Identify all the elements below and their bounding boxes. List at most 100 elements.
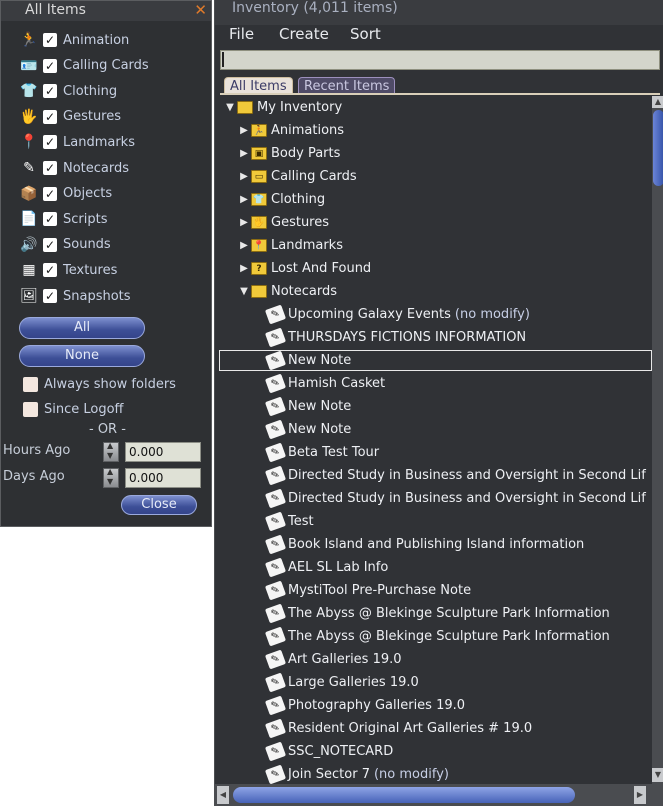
- filter-checkbox[interactable]: ✓: [43, 289, 57, 303]
- filter-scripts[interactable]: 📄 ✓ Scripts: [19, 208, 107, 230]
- tree-notecard-item[interactable]: ✎ Beta Test Tour: [264, 441, 383, 464]
- tree-notecard-item[interactable]: ✎ Directed Study in Business and Oversigh…: [264, 487, 650, 510]
- tree-notecard-item[interactable]: ✎ Resident Original Art Galleries # 19.0: [264, 717, 536, 740]
- tree-notecard-item[interactable]: ✎ Test: [264, 510, 318, 533]
- shirt-icon: 👕: [20, 83, 38, 100]
- expand-arrow-icon[interactable]: ▼: [223, 102, 237, 113]
- menu-file[interactable]: File: [229, 25, 254, 43]
- filter-snapshots[interactable]: 🖼 ✓ Snapshots: [19, 285, 130, 307]
- tree-notecard-item[interactable]: ✎ New Note: [264, 395, 355, 418]
- notecard-icon: ✎: [264, 718, 287, 739]
- scroll-right-arrow-icon[interactable]: ▶: [634, 786, 646, 804]
- filter-gestures[interactable]: 🖐 ✓ Gestures: [19, 106, 121, 128]
- filter-checkbox[interactable]: ✓: [43, 237, 57, 252]
- filter-sounds[interactable]: 🔊 ✓ Sounds: [19, 234, 110, 256]
- tree-notecard-item[interactable]: ✎ Join Sector 7 (no modify): [264, 763, 449, 784]
- collapsed-arrow-icon[interactable]: ▶: [237, 217, 251, 228]
- filter-checkbox[interactable]: ✓: [43, 58, 57, 73]
- filter-checkbox[interactable]: ✓: [43, 212, 57, 227]
- inventory-window: Inventory (4,011 items) File Create Sort…: [214, 0, 663, 806]
- menu-sort[interactable]: Sort: [350, 25, 381, 43]
- tree-notecard-item[interactable]: ✎ Book Island and Publishing Island infor…: [264, 533, 588, 556]
- text-caret: [222, 52, 224, 67]
- filter-checkbox[interactable]: ✓: [43, 84, 57, 99]
- close-button[interactable]: Close: [121, 495, 197, 515]
- notecard-icon: ✎: [264, 534, 287, 555]
- collapsed-arrow-icon[interactable]: ▶: [237, 263, 251, 274]
- tree-folder[interactable]: ▶ 👕 Clothing: [237, 188, 325, 211]
- tree-root-folder[interactable]: ▼ My Inventory: [223, 96, 342, 119]
- filter-textures[interactable]: ▦ ✓ Textures: [19, 259, 117, 281]
- filter-checkbox[interactable]: ✓: [43, 33, 57, 47]
- expand-arrow-icon[interactable]: ▼: [237, 286, 251, 297]
- days-ago-field[interactable]: 0.000: [125, 468, 201, 488]
- all-button[interactable]: All: [19, 317, 145, 339]
- tree-notecard-item[interactable]: ✎ Upcoming Galaxy Events (no modify): [264, 303, 530, 326]
- tree-folder[interactable]: ▶ ▣ Body Parts: [237, 142, 340, 165]
- days-ago-label: Days Ago: [3, 469, 65, 484]
- tree-folder-open[interactable]: ▼ Notecards: [237, 280, 337, 303]
- tree-folder[interactable]: ▶? Lost And Found: [237, 257, 371, 280]
- vertical-scrollbar[interactable]: [652, 96, 663, 784]
- hours-ago-field[interactable]: 0.000: [125, 442, 201, 462]
- tree-notecard-item[interactable]: ✎ Directed Study in Business and Oversigh…: [264, 464, 650, 487]
- collapsed-arrow-icon[interactable]: ▶: [237, 194, 251, 205]
- always-show-folders-option[interactable]: Always show folders: [23, 373, 176, 395]
- filter-checkbox[interactable]: ✓: [43, 135, 57, 150]
- notecard-icon: ✎: [23, 160, 35, 176]
- filter-label: Textures: [63, 262, 118, 278]
- filter-label: Animation: [63, 32, 130, 48]
- filter-notecards[interactable]: ✎ ✓ Notecards: [19, 157, 129, 179]
- since-logoff-checkbox[interactable]: [23, 401, 38, 417]
- tree-notecard-item[interactable]: ✎ Photography Galleries 19.0: [264, 694, 469, 717]
- filter-checkbox[interactable]: ✓: [43, 161, 57, 175]
- collapsed-arrow-icon[interactable]: ▶: [237, 240, 251, 251]
- notecard-name: Large Galleries 19.0: [288, 675, 419, 690]
- scroll-left-arrow-icon[interactable]: ◀: [217, 786, 229, 804]
- notecard-name: The Abyss @ Blekinge Sculpture Park Info…: [288, 606, 610, 621]
- tree-notecard-item[interactable]: ✎ MystiTool Pre-Purchase Note: [264, 579, 475, 602]
- days-ago-spinner[interactable]: [103, 467, 119, 488]
- filter-clothing[interactable]: 👕 ✓ Clothing: [19, 80, 117, 102]
- close-icon[interactable]: ✕: [194, 2, 207, 18]
- vertical-scroll-thumb[interactable]: [653, 110, 663, 186]
- scroll-up-arrow-icon[interactable]: ▲: [652, 96, 663, 108]
- filter-objects[interactable]: 📦 ✓ Objects: [19, 183, 112, 205]
- tree-notecard-item[interactable]: ✎ New Note: [264, 418, 355, 441]
- collapsed-arrow-icon[interactable]: ▶: [237, 171, 251, 182]
- tree-folder[interactable]: ▶ 🖐 Gestures: [237, 211, 329, 234]
- menu-create[interactable]: Create: [279, 25, 329, 43]
- tree-notecard-item[interactable]: ✎ The Abyss @ Blekinge Sculpture Park Inf…: [264, 602, 614, 625]
- none-button[interactable]: None: [19, 345, 145, 367]
- search-input[interactable]: [220, 50, 660, 70]
- tree-notecard-item[interactable]: ✎ Large Galleries 19.0: [264, 671, 423, 694]
- filter-checkbox[interactable]: ✓: [43, 263, 57, 278]
- collapsed-arrow-icon[interactable]: ▶: [237, 125, 251, 136]
- filter-checkbox[interactable]: ✓: [43, 186, 57, 201]
- tree-notecard-item[interactable]: ✎ THURSDAYS FICTIONS INFORMATION: [264, 326, 530, 349]
- snapshot-icon: 🖼: [20, 288, 38, 304]
- tree-folder[interactable]: ▶ 🏃 Animations: [237, 119, 344, 142]
- speaker-icon: 🔊: [20, 236, 38, 253]
- tree-notecard-item[interactable]: ✎ Hamish Casket: [264, 372, 389, 395]
- tree-notecard-item[interactable]: ✎ Art Galleries 19.0: [264, 648, 406, 671]
- filter-animation[interactable]: 🏃 ✓ Animation: [19, 29, 129, 51]
- tree-notecard-item[interactable]: ✎ SSC_NOTECARD: [264, 740, 397, 763]
- scroll-down-arrow-icon[interactable]: ▼: [652, 768, 663, 782]
- tree-notecard-item[interactable]: ✎ AEL SL Lab Info: [264, 556, 392, 579]
- filter-landmarks[interactable]: 📍 ✓ Landmarks: [19, 131, 135, 153]
- tree-folder[interactable]: ▶ 📍 Landmarks: [237, 234, 343, 257]
- filter-label: Gestures: [63, 109, 122, 125]
- gesture-icon: 🖐: [20, 108, 38, 125]
- collapsed-arrow-icon[interactable]: ▶: [237, 148, 251, 159]
- horizontal-scroll-thumb[interactable]: [233, 787, 575, 803]
- hours-ago-label: Hours Ago: [3, 443, 71, 458]
- since-logoff-option[interactable]: Since Logoff: [23, 398, 124, 420]
- filter-checkbox[interactable]: ✓: [43, 109, 57, 124]
- tree-folder[interactable]: ▶ ▭ Calling Cards: [237, 165, 357, 188]
- always-show-folders-checkbox[interactable]: [23, 376, 38, 392]
- filter-calling-cards[interactable]: 🪪 ✓ Calling Cards: [19, 55, 148, 77]
- tree-notecard-item[interactable]: ✎ The Abyss @ Blekinge Sculpture Park Inf…: [264, 625, 614, 648]
- notecard-icon: ✎: [264, 373, 287, 394]
- hours-ago-spinner[interactable]: [103, 441, 119, 462]
